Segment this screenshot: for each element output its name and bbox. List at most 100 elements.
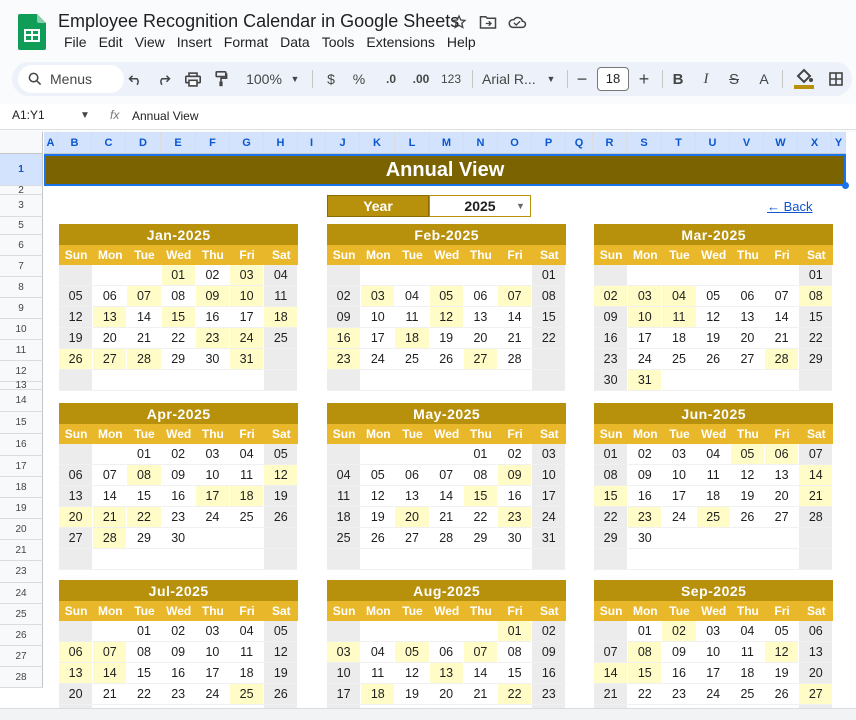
day-cell[interactable]: 02 [594,286,629,307]
day-cell[interactable] [59,370,94,391]
horizontal-scrollbar[interactable] [0,708,856,720]
day-cell[interactable]: 04 [230,621,265,642]
row-header-17[interactable]: 17 [0,456,43,477]
column-header-b[interactable]: B [58,132,92,154]
day-cell[interactable]: 04 [696,444,731,465]
day-cell[interactable] [628,549,663,570]
text-color-icon[interactable]: A [754,62,774,96]
day-cell[interactable]: 20 [93,328,128,349]
day-cell[interactable] [93,444,128,465]
day-cell[interactable]: 26 [264,684,299,705]
day-cell[interactable]: 14 [765,307,800,328]
day-cell[interactable]: 29 [161,349,196,370]
day-cell[interactable]: 15 [127,663,162,684]
day-cell[interactable]: 08 [628,642,663,663]
day-cell[interactable]: 20 [463,328,498,349]
column-header-l[interactable]: L [395,132,430,154]
day-cell[interactable]: 26 [696,349,731,370]
day-cell[interactable]: 31 [230,349,265,370]
day-cell[interactable]: 17 [662,486,697,507]
row-header-16[interactable]: 16 [0,434,43,456]
day-cell[interactable] [594,265,629,286]
day-cell[interactable]: 05 [429,286,464,307]
column-header-s[interactable]: S [627,132,662,154]
day-cell[interactable]: 11 [327,486,362,507]
day-cell[interactable]: 12 [429,307,464,328]
day-cell[interactable]: 26 [765,684,800,705]
day-cell[interactable]: 11 [395,307,430,328]
percent-format-button[interactable]: % [350,62,368,96]
day-cell[interactable] [532,370,567,391]
day-cell[interactable]: 22 [532,328,567,349]
day-cell[interactable] [730,528,765,549]
day-cell[interactable]: 13 [463,307,498,328]
italic-icon[interactable]: I [696,62,716,96]
day-cell[interactable]: 21 [93,507,128,528]
day-cell[interactable] [395,265,430,286]
row-header-2[interactable]: 2 [0,185,43,196]
day-cell[interactable]: 04 [327,465,362,486]
row-header-13[interactable]: 13 [0,380,43,391]
day-cell[interactable] [662,265,697,286]
chevron-down-icon[interactable]: ▼ [288,62,302,96]
day-cell[interactable] [195,370,230,391]
day-cell[interactable]: 01 [161,265,196,286]
day-cell[interactable]: 28 [93,528,128,549]
column-header-j[interactable]: J [326,132,360,154]
day-cell[interactable]: 20 [395,507,430,528]
column-header-r[interactable]: R [593,132,627,154]
day-cell[interactable] [395,370,430,391]
day-cell[interactable]: 12 [264,642,299,663]
increase-font-size-icon[interactable]: + [634,62,654,96]
day-cell[interactable]: 12 [696,307,731,328]
column-header-f[interactable]: F [196,132,230,154]
row-header-19[interactable]: 19 [0,498,43,519]
day-cell[interactable]: 08 [127,642,162,663]
day-cell[interactable]: 29 [799,349,834,370]
day-cell[interactable] [93,549,128,570]
day-cell[interactable] [696,549,731,570]
day-cell[interactable] [799,549,834,570]
column-header-c[interactable]: C [92,132,126,154]
day-cell[interactable] [264,370,299,391]
day-cell[interactable]: 05 [59,286,94,307]
day-cell[interactable]: 31 [532,528,567,549]
row-header-10[interactable]: 10 [0,319,43,340]
day-cell[interactable]: 26 [730,507,765,528]
column-header-a[interactable]: A [44,132,58,154]
day-cell[interactable]: 23 [498,507,533,528]
day-cell[interactable]: 13 [59,663,94,684]
day-cell[interactable]: 22 [127,684,162,705]
row-header-15[interactable]: 15 [0,412,43,434]
row-header-25[interactable]: 25 [0,604,43,625]
day-cell[interactable]: 31 [628,370,663,391]
day-cell[interactable]: 15 [127,486,162,507]
day-cell[interactable]: 21 [799,486,834,507]
day-cell[interactable]: 27 [93,349,128,370]
day-cell[interactable]: 21 [127,328,162,349]
menu-extensions[interactable]: Extensions [360,34,440,50]
day-cell[interactable]: 30 [498,528,533,549]
day-cell[interactable]: 13 [765,465,800,486]
menu-view[interactable]: View [129,34,171,50]
day-cell[interactable] [327,549,362,570]
day-cell[interactable] [463,265,498,286]
day-cell[interactable]: 08 [498,642,533,663]
day-cell[interactable]: 23 [662,684,697,705]
day-cell[interactable]: 11 [230,642,265,663]
day-cell[interactable]: 24 [195,684,230,705]
day-cell[interactable]: 10 [195,465,230,486]
day-cell[interactable]: 02 [161,621,196,642]
day-cell[interactable]: 17 [628,328,663,349]
day-cell[interactable]: 12 [730,465,765,486]
day-cell[interactable]: 19 [361,507,396,528]
day-cell[interactable] [93,621,128,642]
row-header-11[interactable]: 11 [0,340,43,361]
day-cell[interactable]: 13 [429,663,464,684]
day-cell[interactable]: 08 [532,286,567,307]
day-cell[interactable]: 22 [463,507,498,528]
day-cell[interactable]: 14 [127,307,162,328]
column-header-x[interactable]: X [798,132,832,154]
sheets-logo-icon[interactable] [18,14,46,50]
day-cell[interactable]: 03 [662,444,697,465]
